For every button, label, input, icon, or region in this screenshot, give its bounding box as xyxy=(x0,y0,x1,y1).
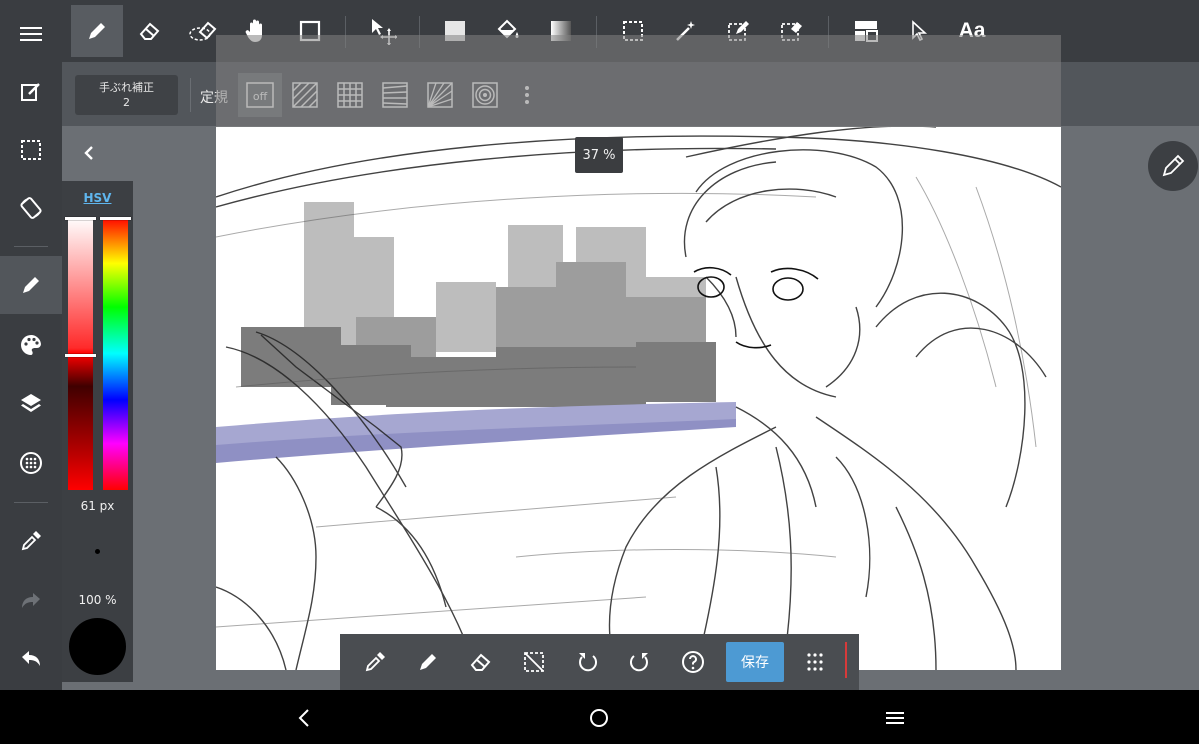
eraser-tool-icon xyxy=(139,22,160,40)
opacity-label[interactable]: 100 % xyxy=(62,593,133,607)
redo-button[interactable] xyxy=(0,572,62,630)
undo-icon xyxy=(22,651,40,666)
bottom-toolbar: 保存 xyxy=(340,634,859,690)
brush-button[interactable] xyxy=(0,256,62,314)
collapse-panel-button[interactable] xyxy=(74,136,104,170)
edit-canvas-button[interactable] xyxy=(0,63,62,121)
bottom-pen-button[interactable] xyxy=(408,642,448,682)
brush-size-label[interactable]: 61 px xyxy=(62,499,133,513)
pen-outline-icon xyxy=(1162,154,1185,177)
eyedropper-icon xyxy=(21,531,41,551)
selection-icon xyxy=(21,140,41,160)
grip-icon xyxy=(807,653,823,671)
divider xyxy=(190,78,191,112)
pen-mode-button[interactable] xyxy=(1148,141,1198,191)
nav-recents-button[interactable] xyxy=(875,698,915,738)
nav-back-button[interactable] xyxy=(284,698,324,738)
help-button[interactable] xyxy=(673,642,713,682)
layers-icon xyxy=(21,394,41,412)
drawing-canvas[interactable] xyxy=(216,127,1061,670)
recents-icon xyxy=(886,712,904,724)
materials-icon xyxy=(20,452,42,474)
selection-button[interactable] xyxy=(0,121,62,179)
undo-icon xyxy=(579,653,598,672)
redo-icon xyxy=(22,593,40,608)
saturation-handle[interactable] xyxy=(65,354,96,357)
back-icon xyxy=(298,709,309,727)
eraser-tool-button[interactable] xyxy=(124,5,176,57)
zoom-level-badge: 37 % xyxy=(575,137,623,173)
stabilizer-value: 2 xyxy=(123,96,130,109)
grip-handle[interactable] xyxy=(795,642,835,682)
pen-tool-button[interactable] xyxy=(71,5,123,57)
pen-tool-icon xyxy=(89,23,105,39)
rotate-canvas-button[interactable] xyxy=(0,179,62,237)
bottom-undo-button[interactable] xyxy=(567,642,607,682)
save-button[interactable]: 保存 xyxy=(726,642,784,682)
divider xyxy=(14,502,48,503)
color-mode-link[interactable]: HSV xyxy=(62,191,133,205)
brush-size-preview xyxy=(95,549,100,554)
bottom-eraser-button[interactable] xyxy=(461,642,501,682)
layers-button[interactable] xyxy=(0,374,62,432)
bottom-toolbar-edge xyxy=(845,642,847,678)
current-color-swatch[interactable] xyxy=(69,618,126,675)
save-button-label: 保存 xyxy=(741,655,769,671)
menu-icon xyxy=(20,27,42,41)
hue-slider[interactable] xyxy=(103,217,128,490)
stabilizer-label: 手ぶれ補正 xyxy=(99,81,154,94)
eyedropper-button[interactable] xyxy=(0,512,62,570)
palette-button[interactable] xyxy=(0,316,62,374)
color-panel: HSV 61 px 100 % xyxy=(62,181,133,682)
pen-icon xyxy=(420,654,436,670)
rotate-canvas-icon xyxy=(20,197,42,219)
chevron-left-icon xyxy=(84,146,93,160)
stabilizer-button[interactable]: 手ぶれ補正 2 xyxy=(75,75,178,115)
help-icon xyxy=(682,651,704,673)
zoom-level-text: 37 % xyxy=(582,147,616,163)
bottom-eyedropper-button[interactable] xyxy=(355,642,395,682)
deselect-button[interactable] xyxy=(514,642,554,682)
blur-eraser-icon xyxy=(189,21,217,41)
canvas-overlay xyxy=(216,35,1061,127)
undo-button[interactable] xyxy=(0,630,62,688)
deselect-icon xyxy=(524,652,544,672)
home-icon xyxy=(590,709,608,727)
brush-icon xyxy=(23,277,39,293)
hue-handle[interactable] xyxy=(100,217,131,220)
sketch-artwork xyxy=(216,127,1061,670)
divider xyxy=(14,246,48,247)
bottom-redo-button[interactable] xyxy=(620,642,660,682)
eraser-icon xyxy=(470,653,491,671)
left-toolbar xyxy=(0,0,62,690)
eyedropper-icon xyxy=(365,652,385,672)
redo-icon xyxy=(629,653,648,672)
materials-button[interactable] xyxy=(0,434,62,492)
menu-button[interactable] xyxy=(0,5,62,63)
edit-canvas-icon xyxy=(21,83,40,101)
saturation-top-handle[interactable] xyxy=(65,217,96,220)
palette-icon xyxy=(21,334,41,355)
system-nav-bar xyxy=(0,690,1199,744)
nav-home-button[interactable] xyxy=(579,698,619,738)
